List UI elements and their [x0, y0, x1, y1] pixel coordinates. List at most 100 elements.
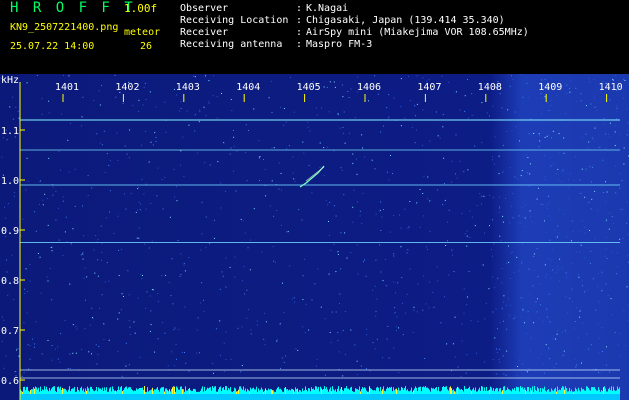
noise-bar-spike: [318, 387, 319, 394]
noise-dot: [544, 264, 546, 266]
noise-dot: [337, 253, 339, 255]
noise-dot: [109, 211, 110, 213]
noise-dot: [486, 112, 488, 114]
noise-dot: [146, 291, 148, 293]
noise-dot: [599, 146, 601, 148]
noise-dot: [22, 218, 24, 220]
noise-bar-spike: [605, 388, 606, 394]
noise-bar-spike: [552, 390, 553, 394]
noise-bar-spike: [258, 388, 259, 394]
noise-dot: [304, 332, 306, 334]
noise-dot: [164, 332, 166, 334]
noise-bar-spike: [183, 389, 184, 394]
noise-bar-spike: [268, 388, 269, 394]
noise-dot: [121, 309, 122, 311]
noise-bar-spike: [427, 387, 428, 394]
noise-bar-spike: [589, 389, 590, 394]
noise-dot: [137, 209, 139, 211]
noise-dot: [127, 270, 129, 272]
noise-dot: [241, 326, 243, 328]
noise-bar-spike: [187, 390, 188, 394]
noise-dot: [243, 266, 245, 267]
noise-dot: [81, 348, 83, 350]
noise-dot: [333, 150, 335, 152]
noise-bar-spike: [31, 389, 32, 394]
noise-dot: [292, 172, 294, 174]
noise-bar-spike: [387, 387, 388, 394]
noise-dot: [413, 306, 415, 308]
noise-bar-spike: [518, 387, 519, 394]
noise-bar-spike: [415, 386, 416, 394]
noise-dot: [103, 338, 105, 340]
noise-bar-spike: [341, 387, 342, 394]
noise-dot: [344, 311, 346, 312]
noise-dot: [451, 160, 453, 162]
noise-dot: [544, 96, 546, 98]
noise-bar-spike: [202, 386, 203, 394]
noise-bar-spike: [91, 386, 92, 394]
noise-dot: [42, 204, 44, 206]
noise-dot: [209, 164, 211, 166]
noise-bar-spike: [42, 389, 43, 394]
noise-dot: [356, 244, 358, 246]
noise-bar-spike: [324, 386, 325, 394]
noise-dot: [194, 130, 196, 132]
noise-dot: [234, 256, 236, 258]
noise-dot: [464, 110, 466, 112]
noise-dot: [580, 231, 582, 233]
noise-dot: [314, 283, 316, 285]
noise-dot: [468, 117, 469, 119]
noise-dot: [329, 332, 331, 333]
noise-dot: [471, 114, 473, 116]
noise-dot: [352, 206, 354, 208]
noise-dot: [357, 273, 359, 275]
noise-bar-spike: [264, 390, 265, 394]
noise-dot: [605, 148, 607, 150]
noise-dot: [346, 257, 348, 259]
noise-dot: [592, 139, 594, 141]
noise-dot: [446, 343, 448, 345]
noise-dot: [135, 211, 137, 213]
noise-bar-spike: [428, 388, 429, 394]
noise-bar-spike: [582, 389, 583, 394]
noise-dot: [615, 75, 616, 77]
noise-dot: [258, 157, 260, 159]
noise-dot: [524, 218, 526, 220]
noise-dot: [537, 276, 539, 278]
noise-dot: [464, 233, 466, 235]
noise-dot: [293, 178, 295, 180]
noise-dot: [42, 199, 44, 201]
y-tick-label: 1.0: [1, 176, 19, 187]
noise-bar-spike: [435, 387, 436, 394]
noise-bar-spike: [296, 389, 297, 394]
noise-dot: [15, 106, 17, 108]
noise-bar-spike: [599, 389, 600, 394]
noise-bar-spike: [447, 389, 448, 394]
noise-dot: [376, 298, 378, 300]
noise-bar-spike: [321, 388, 322, 394]
noise-dot: [562, 354, 564, 356]
noise-bar-spike: [308, 388, 309, 394]
noise-dot: [55, 190, 57, 192]
noise-dot: [549, 321, 551, 323]
noise-dot: [559, 152, 561, 154]
noise-bar-spike: [163, 386, 164, 394]
noise-dot: [349, 132, 350, 134]
noise-dot: [614, 125, 616, 127]
noise-dot: [208, 101, 210, 103]
noise-dot: [47, 224, 49, 226]
noise-dot: [591, 198, 593, 200]
noise-dot: [118, 250, 119, 251]
noise-dot: [621, 180, 623, 182]
noise-dot: [68, 171, 70, 173]
noise-dot: [519, 222, 521, 224]
noise-bar-spike: [326, 387, 327, 394]
noise-dot: [316, 114, 318, 116]
noise-dot: [108, 165, 110, 166]
noise-dot: [398, 327, 400, 329]
noise-dot: [376, 338, 378, 340]
noise-dot: [103, 130, 105, 132]
noise-bar-spike: [222, 388, 223, 394]
noise-dot: [605, 364, 607, 366]
noise-bar-spike: [70, 391, 71, 394]
